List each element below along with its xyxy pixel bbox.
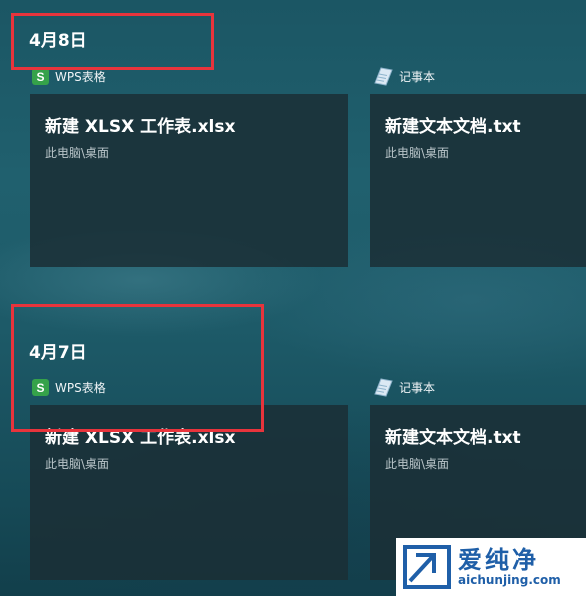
highlight-box-date-apr-7: [11, 304, 264, 432]
app-label-wps: S WPS表格: [32, 68, 106, 85]
recent-file-card[interactable]: 新建 XLSX 工作表.xlsx 此电脑\桌面: [30, 94, 348, 267]
file-path: 此电脑\桌面: [385, 457, 450, 471]
file-path: 此电脑\桌面: [385, 146, 450, 160]
watermark-url: aichunjing.com: [458, 573, 561, 587]
app-label-text: 记事本: [399, 69, 436, 84]
wps-spreadsheet-icon: S: [32, 68, 49, 85]
file-path: 此电脑\桌面: [45, 146, 110, 160]
app-label-text: WPS表格: [55, 70, 106, 84]
recent-file-card[interactable]: 新建文本文档.txt 此电脑\桌面: [370, 94, 586, 267]
notepad-icon: [374, 378, 393, 397]
highlight-box-date-apr-8: [11, 13, 214, 70]
file-name: 新建 XLSX 工作表.xlsx: [45, 117, 236, 137]
watermark: 爱纯净 aichunjing.com: [396, 538, 586, 596]
watermark-brand: 爱纯净: [458, 546, 539, 574]
app-label-text: 记事本: [399, 380, 436, 395]
watermark-logo-icon: [403, 545, 451, 589]
file-name: 新建文本文档.txt: [385, 117, 521, 137]
app-label-notepad: 记事本: [371, 66, 435, 86]
notepad-icon: [374, 67, 393, 86]
file-name: 新建文本文档.txt: [385, 428, 521, 448]
app-label-notepad: 记事本: [371, 377, 435, 397]
file-path: 此电脑\桌面: [45, 457, 110, 471]
